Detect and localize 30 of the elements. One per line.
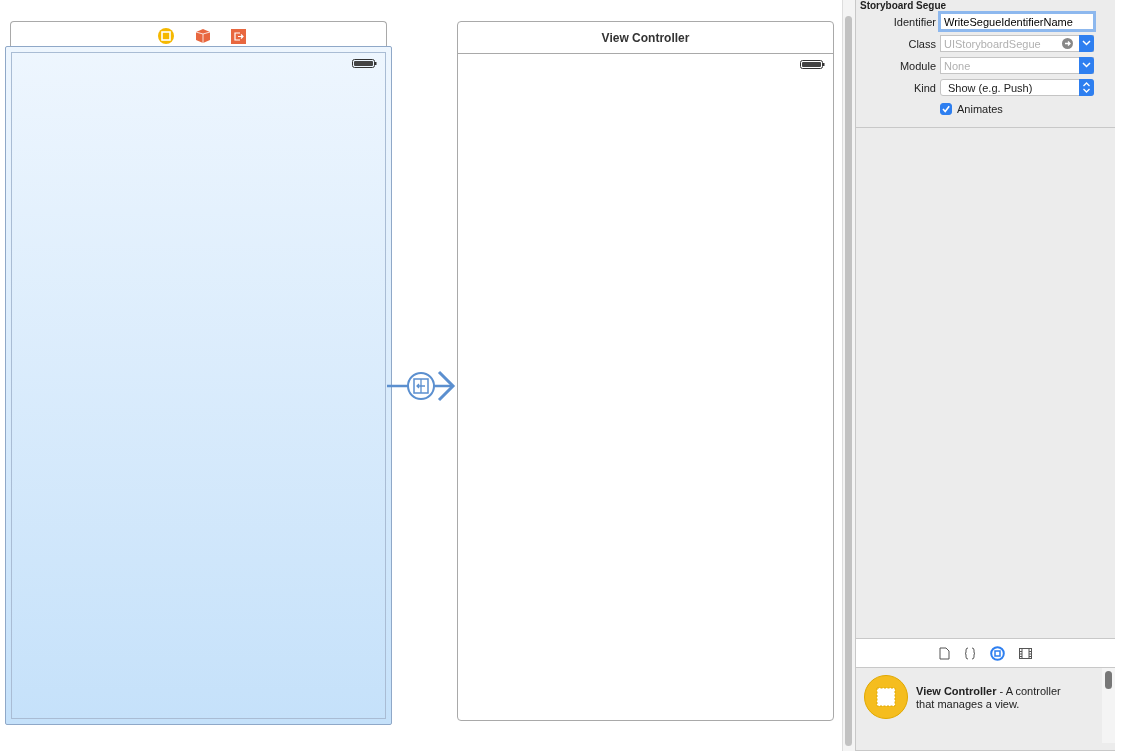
scrollbar[interactable] xyxy=(842,0,855,751)
view-controller-icon[interactable] xyxy=(864,675,908,719)
battery-icon xyxy=(352,59,377,68)
chevron-down-icon[interactable] xyxy=(1082,62,1091,68)
field-label: Identifier xyxy=(892,15,936,28)
checkbox-label: Animates xyxy=(957,103,1003,115)
cube-icon[interactable] xyxy=(195,28,211,44)
section-title: Storyboard Segue xyxy=(859,0,948,11)
chevron-down-icon[interactable] xyxy=(1082,40,1091,46)
up-down-arrows-icon[interactable] xyxy=(1082,81,1091,94)
arrow-circle-icon[interactable] xyxy=(1062,38,1073,49)
scene-title: View Controller xyxy=(458,22,833,54)
library-item-description: View Controller - A controller that manages a view. xyxy=(916,684,1062,712)
braces-icon[interactable] xyxy=(964,646,976,660)
field-label: Kind xyxy=(912,81,936,94)
file-icon[interactable] xyxy=(939,646,950,660)
exit-icon[interactable] xyxy=(231,28,246,44)
field-label: Module xyxy=(898,59,936,72)
scrollbar[interactable] xyxy=(1102,668,1115,743)
battery-icon xyxy=(800,60,825,69)
segue-arrow[interactable] xyxy=(387,370,457,403)
field-label: Class xyxy=(907,37,936,50)
view-controller-icon[interactable] xyxy=(157,27,175,45)
identifier-field[interactable]: WriteSegueIdentifierName xyxy=(940,13,1094,30)
scene-frame[interactable] xyxy=(10,21,387,46)
scene-frame[interactable]: View Controller xyxy=(457,21,834,721)
animates-checkbox[interactable] xyxy=(940,103,952,115)
kind-popup[interactable]: Show (e.g. Push) xyxy=(940,79,1094,96)
object-icon[interactable] xyxy=(990,645,1005,661)
film-icon[interactable] xyxy=(1019,647,1032,659)
